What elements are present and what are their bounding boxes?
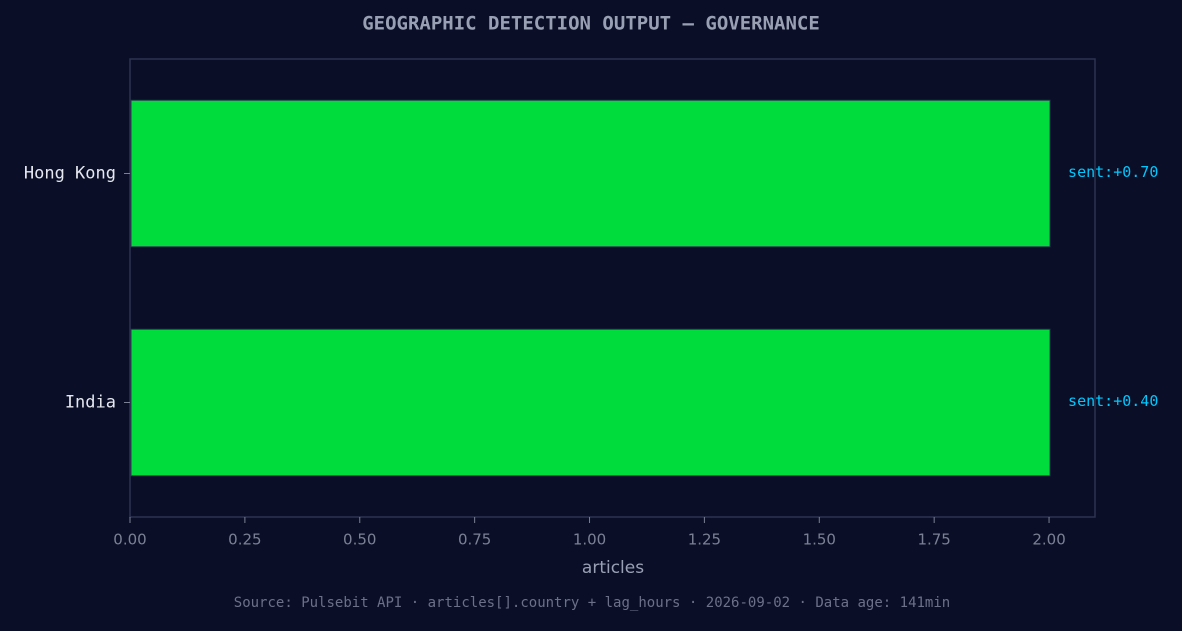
y-tick-label: Hong Kong [24, 164, 116, 184]
annotations-layer: sent:+0.70 sent:+0.40 [1068, 163, 1158, 410]
x-tick-label: 1.00 [573, 531, 606, 549]
bars-layer [130, 99, 1051, 477]
chart-svg: GEOGRAPHIC DETECTION OUTPUT — GOVERNANCE… [24, 13, 1158, 612]
x-axis-label: articles [582, 558, 644, 578]
x-tick-label: 0.00 [113, 531, 146, 549]
bar-hong-kong [130, 99, 1051, 248]
source-footer: Source: Pulsebit API · articles[].countr… [234, 595, 950, 611]
x-tick-label: 0.25 [228, 531, 261, 549]
y-axis: Hong Kong India [24, 164, 130, 413]
bar-annotation: sent:+0.40 [1068, 392, 1158, 410]
y-tick-label: India [65, 393, 116, 413]
x-tick-label: 1.50 [803, 531, 836, 549]
x-tick-label: 1.75 [917, 531, 950, 549]
x-tick-label: 0.75 [458, 531, 491, 549]
bar-india [130, 328, 1051, 477]
x-tick-label: 1.25 [688, 531, 721, 549]
chart: GEOGRAPHIC DETECTION OUTPUT — GOVERNANCE… [0, 0, 1182, 626]
x-axis: 0.00 0.25 0.50 0.75 1.00 1.25 1.50 1.75 2.00 [113, 517, 1066, 549]
x-tick-label: 0.50 [343, 531, 376, 549]
bar-annotation: sent:+0.70 [1068, 163, 1158, 181]
chart-title: GEOGRAPHIC DETECTION OUTPUT — GOVERNANCE [362, 13, 820, 35]
x-tick-label: 2.00 [1032, 531, 1065, 549]
